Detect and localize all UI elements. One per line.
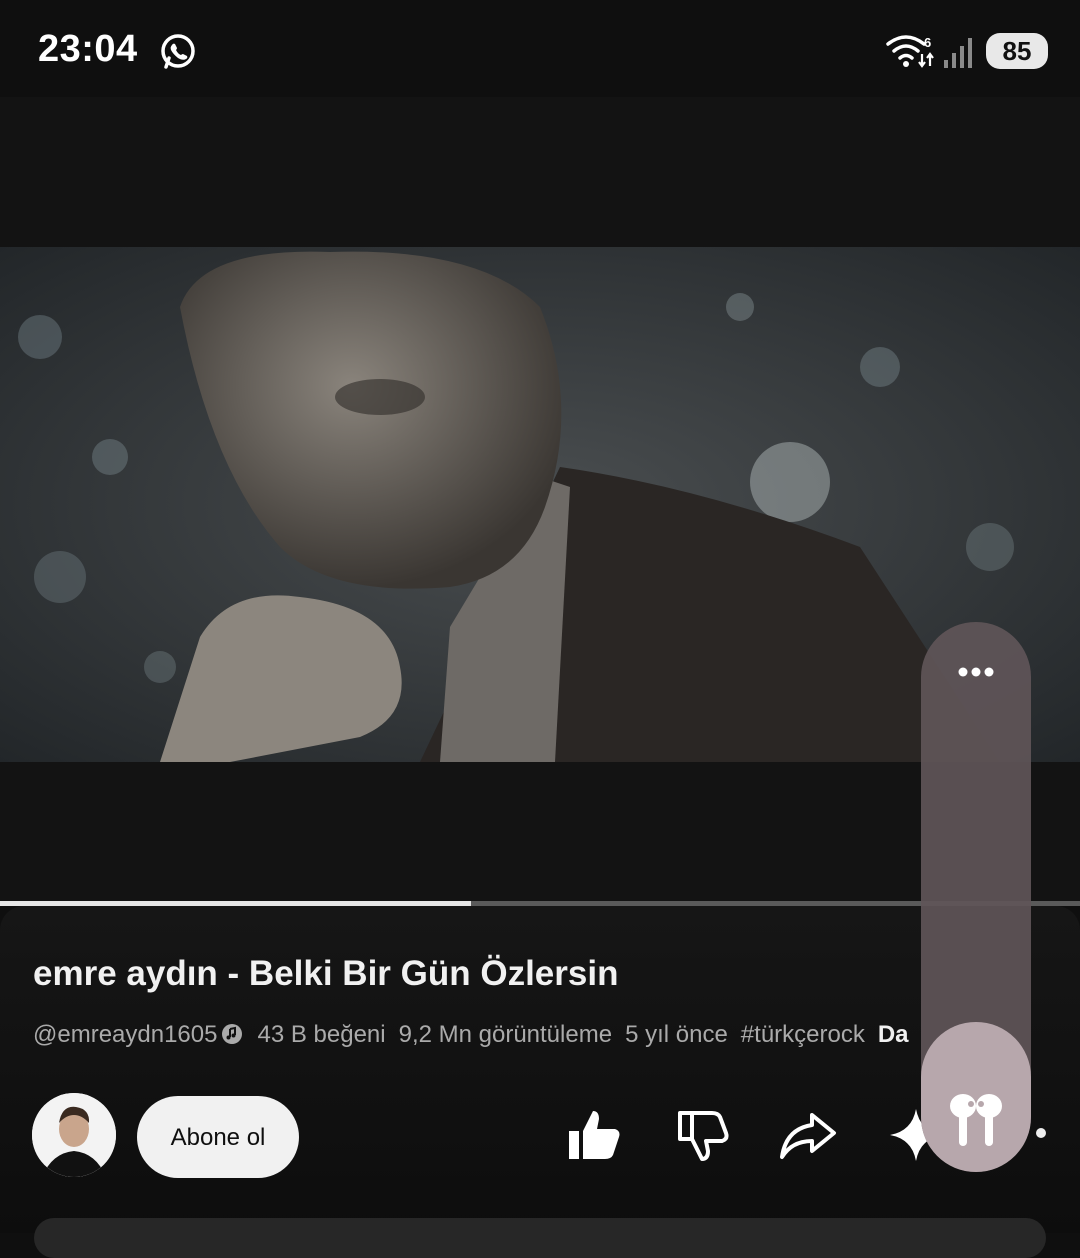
- channel-handle[interactable]: @emreaydn1605: [33, 1021, 217, 1048]
- video-frame[interactable]: [0, 247, 1080, 762]
- earbuds-button[interactable]: [921, 1022, 1031, 1172]
- dislike-icon[interactable]: [672, 1105, 732, 1165]
- video-player[interactable]: [0, 97, 1080, 905]
- video-thumbnail: [0, 247, 1080, 762]
- like-count: 43 B beğeni: [257, 1021, 386, 1048]
- status-bar: 23:04 6 85: [0, 0, 1080, 97]
- more-link[interactable]: Da: [878, 1021, 909, 1048]
- channel-avatar[interactable]: [32, 1093, 116, 1177]
- share-icon[interactable]: [778, 1105, 838, 1165]
- video-meta-row[interactable]: @emreaydn1605 43 B beğeni 9,2 Mn görüntüle…: [33, 1021, 1033, 1049]
- hashtag-link[interactable]: #türkçerock: [741, 1021, 865, 1048]
- subscribe-button[interactable]: Abone ol: [137, 1096, 299, 1178]
- upload-age: 5 yıl önce: [625, 1021, 728, 1048]
- clock: 23:04: [38, 28, 138, 70]
- video-title[interactable]: emre aydın - Belki Bir Gün Özlersin: [33, 954, 618, 994]
- wifi-icon: 6: [886, 35, 934, 68]
- whatsapp-icon: [161, 34, 195, 69]
- audio-control-panel[interactable]: [921, 622, 1031, 1172]
- battery-indicator: 85: [986, 33, 1048, 69]
- like-icon[interactable]: [563, 1105, 623, 1165]
- comments-card[interactable]: [34, 1218, 1046, 1258]
- overflow-dot: [1036, 1128, 1046, 1138]
- verified-music-icon: [222, 1024, 243, 1044]
- more-options-icon[interactable]: [951, 662, 1001, 682]
- wifi-badge: 6: [924, 35, 931, 50]
- view-count: 9,2 Mn görüntüleme: [398, 1021, 613, 1048]
- signal-icon: [944, 38, 972, 68]
- earbuds-icon: [950, 1094, 1002, 1146]
